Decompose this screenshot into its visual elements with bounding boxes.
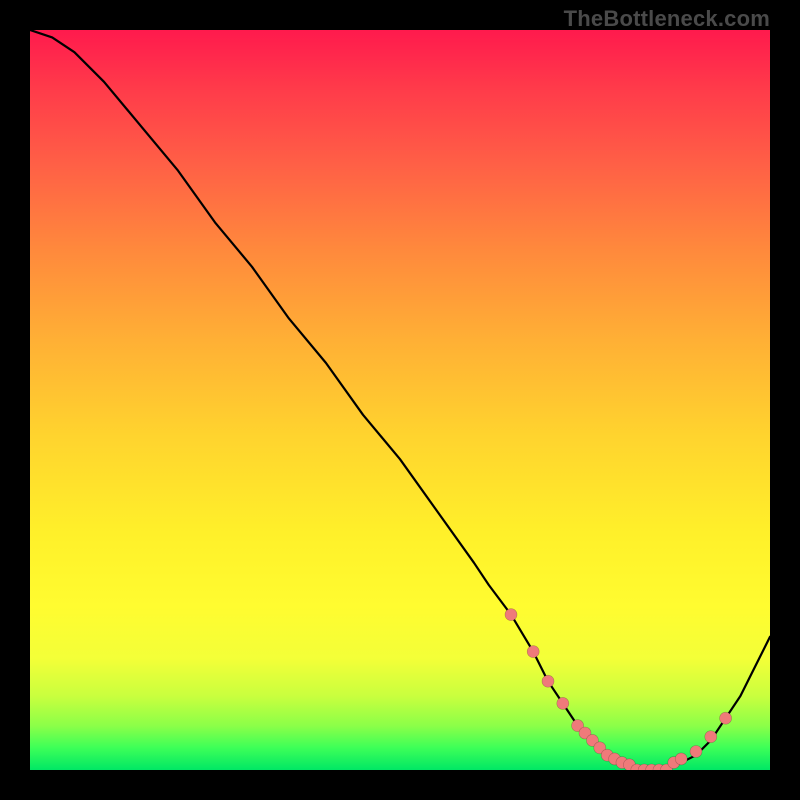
watermark-label: TheBottleneck.com bbox=[564, 6, 770, 32]
highlight-dot bbox=[705, 731, 717, 743]
highlight-dot bbox=[527, 646, 539, 658]
chart-overlay bbox=[30, 30, 770, 770]
highlight-dot bbox=[542, 675, 554, 687]
highlight-dot bbox=[720, 712, 732, 724]
highlight-dot bbox=[557, 697, 569, 709]
highlight-dot bbox=[505, 609, 517, 621]
optimal-zone-dots bbox=[505, 609, 732, 770]
highlight-dot bbox=[675, 753, 687, 765]
bottleneck-curve bbox=[30, 30, 770, 770]
chart-plot-area bbox=[30, 30, 770, 770]
chart-frame: TheBottleneck.com bbox=[0, 0, 800, 800]
highlight-dot bbox=[690, 746, 702, 758]
